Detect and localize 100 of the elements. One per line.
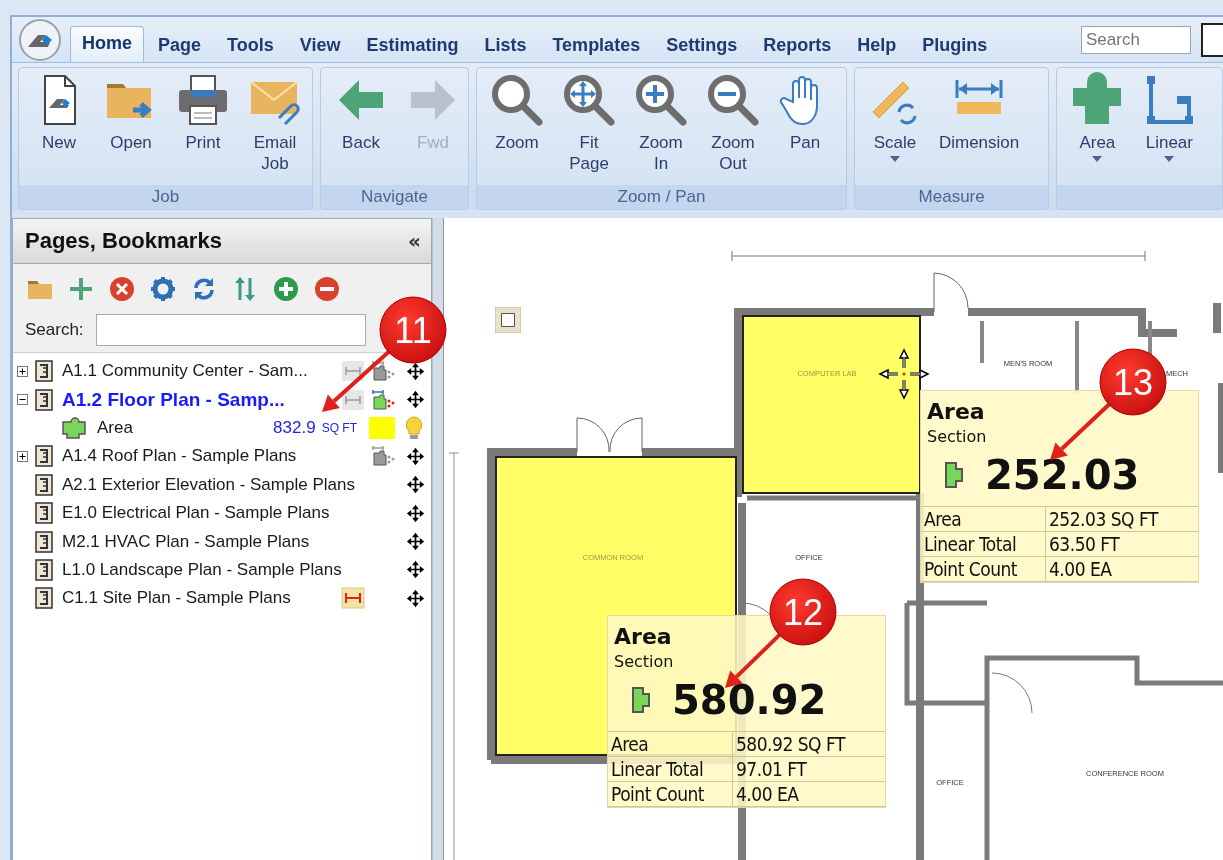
page-icon — [34, 360, 54, 383]
property-value: 252.03 SQ FT — [1048, 507, 1160, 531]
zoom-out-icon — [705, 72, 761, 128]
search-field[interactable] — [95, 314, 366, 346]
window-button[interactable] — [1201, 22, 1223, 57]
move-icon[interactable] — [406, 503, 425, 523]
area-shape-icon — [61, 415, 89, 440]
refresh-icon[interactable] — [191, 276, 217, 302]
move-icon[interactable] — [406, 560, 425, 580]
page-icon — [34, 558, 54, 581]
splitter[interactable] — [432, 218, 444, 860]
move-icon[interactable] — [406, 475, 425, 495]
tree-item[interactable]: C1.1 Site Plan - Sample Plans — [13, 584, 431, 613]
group-label: Zoom / Pan — [477, 185, 846, 209]
move-cursor-icon — [878, 348, 930, 400]
sort-icon[interactable] — [232, 276, 258, 302]
page-icon — [34, 530, 54, 553]
measurement-value: 832.9 — [273, 417, 316, 438]
tree-item[interactable]: A2.1 Exterior Elevation - Sample Plans — [13, 470, 431, 499]
tree-item[interactable]: E1.0 Electrical Plan - Sample Plans — [13, 498, 431, 528]
x-circle-icon[interactable] — [109, 276, 135, 302]
measurement-unit: SQ FT — [321, 420, 357, 435]
light-bulb-icon[interactable] — [403, 415, 425, 440]
magnifier-icon — [489, 72, 545, 128]
ribbon-tab[interactable]: Plugins — [910, 28, 1000, 62]
dimension-button[interactable]: Dimension — [932, 72, 1026, 153]
move-icon[interactable] — [406, 532, 425, 552]
property-value: 4.00 EA — [1048, 557, 1113, 581]
move-icon[interactable] — [406, 446, 425, 466]
property-label: Point Count — [921, 557, 1046, 581]
expand-icon[interactable] — [17, 365, 28, 377]
group-label: Measure — [854, 185, 1049, 209]
ribbon-tab[interactable]: Estimating — [354, 28, 471, 62]
move-icon[interactable] — [406, 390, 425, 410]
area-highlight[interactable] — [742, 315, 921, 494]
move-icon[interactable] — [406, 588, 425, 608]
search-field[interactable]: Search — [1081, 25, 1191, 54]
zoom-in-icon — [633, 72, 689, 128]
property-value: 63.50 FT — [1048, 532, 1121, 556]
page-icon — [34, 502, 54, 525]
ribbon-tab[interactable]: Home — [70, 26, 144, 62]
property-value: 97.01 FT — [735, 757, 808, 781]
callout-marker: 11 — [379, 296, 447, 364]
tooltip-title: Area — [613, 623, 673, 649]
group-label: Navigate — [321, 185, 468, 209]
tooltip-title: Area — [926, 398, 986, 424]
panel-title: Pages, Bookmarks — [25, 228, 222, 254]
zoom-button[interactable]: Zoom — [483, 72, 551, 153]
magnifier-move-icon — [561, 72, 617, 128]
minus-circle-icon[interactable] — [314, 276, 340, 302]
ribbon-tab[interactable]: Lists — [472, 28, 539, 62]
area-shape-icon — [630, 685, 652, 715]
page-icon — [34, 388, 54, 411]
ribbon-tab[interactable]: Page — [146, 28, 214, 62]
callout-marker: 12 — [769, 578, 837, 646]
search-label: Search: — [25, 320, 84, 340]
tree-item[interactable]: L1.0 Landscape Plan - Sample Plans — [13, 555, 431, 585]
new-button[interactable]: New — [25, 72, 93, 153]
print-button[interactable]: Print — [169, 72, 237, 153]
move-icon[interactable] — [406, 361, 425, 381]
linear-button[interactable]: Linear — [1135, 72, 1204, 162]
email-button[interactable]: Email Job — [241, 72, 309, 174]
tooltip-subtitle: Section — [926, 426, 988, 446]
callout-arrow — [1050, 401, 1113, 460]
tooltip-value: 252.03 — [985, 452, 1140, 498]
page-icon — [34, 473, 54, 496]
zoomin-button[interactable]: Zoom In — [627, 72, 695, 174]
area-shape-icon — [943, 460, 965, 490]
ribbon-tab[interactable]: Tools — [215, 28, 286, 62]
open-button[interactable]: Open — [97, 72, 165, 153]
plus-icon[interactable] — [68, 276, 94, 302]
settings-icon[interactable] — [150, 276, 176, 302]
property-value: 580.92 SQ FT — [735, 732, 847, 756]
ribbon-tab[interactable]: Settings — [654, 28, 750, 62]
area-button[interactable]: Area — [1063, 72, 1132, 162]
property-label: Linear Total — [608, 757, 733, 781]
callout-marker: 13 — [1099, 348, 1167, 416]
color-swatch[interactable] — [369, 416, 395, 439]
tooltip-subtitle: Section — [613, 651, 675, 671]
back-button[interactable]: Back — [327, 72, 395, 153]
ribbon-tab[interactable]: Reports — [751, 28, 844, 62]
zoomout-button[interactable]: Zoom Out — [699, 72, 767, 174]
ribbon-tab[interactable]: Templates — [540, 28, 653, 62]
collapse-icon[interactable] — [17, 394, 28, 406]
app-logo-icon[interactable] — [18, 17, 62, 62]
checkbox[interactable] — [495, 307, 521, 333]
tree-item[interactable]: A1.2 Floor Plan - Samp... — [13, 385, 431, 414]
measurement-label: Area — [97, 417, 133, 438]
tooltip-value: 580.92 — [672, 677, 827, 723]
collapse-button[interactable]: « — [408, 229, 421, 253]
ribbon-tab[interactable]: View — [287, 28, 353, 62]
scale-button[interactable]: Scale — [860, 72, 929, 162]
tree-item[interactable]: M2.1 HVAC Plan - Sample Plans — [13, 527, 431, 556]
plus-circle-icon[interactable] — [273, 276, 299, 302]
ribbon-tab[interactable]: Help — [845, 28, 909, 62]
tree-item[interactable]: A1.4 Roof Plan - Sample Plans — [13, 442, 431, 471]
group-label: Job — [19, 185, 312, 209]
expand-icon[interactable] — [17, 450, 28, 462]
pan-button[interactable]: Pan — [771, 72, 839, 153]
fit-button[interactable]: Fit Page — [555, 72, 623, 174]
